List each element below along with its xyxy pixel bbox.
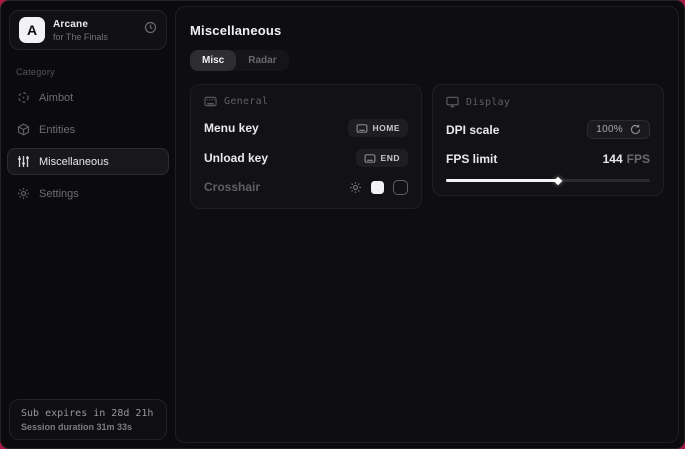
general-card-title: General: [224, 96, 268, 107]
fps-slider-thumb[interactable]: [554, 176, 562, 184]
rotate-reset-icon: [630, 124, 641, 135]
fps-limit-row: FPS limit 144 FPS: [446, 151, 650, 167]
subscription-status-card: Sub expires in 28d 21h Session duration …: [9, 399, 167, 440]
sidebar-item-aimbot[interactable]: Aimbot: [7, 84, 169, 111]
tab-misc[interactable]: Misc: [190, 50, 236, 71]
sidebar-header-card: A Arcane for The Finals: [9, 10, 167, 50]
sidebar-item-miscellaneous[interactable]: Miscellaneous: [7, 148, 169, 175]
sidebar-item-label: Entities: [39, 124, 75, 136]
menu-key-value: HOME: [373, 123, 401, 133]
session-duration-text: Session duration 31m 33s: [21, 422, 155, 432]
sidebar-item-label: Settings: [39, 188, 79, 200]
dpi-scale-label: DPI scale: [446, 123, 499, 137]
fps-limit-unit: FPS: [627, 152, 650, 166]
display-card-title: Display: [466, 97, 510, 108]
crosshair-scan-icon: [17, 91, 30, 104]
sub-expiry-text: Sub expires in 28d 21h: [21, 408, 155, 419]
unload-key-label: Unload key: [204, 151, 268, 165]
gear-icon[interactable]: [349, 181, 362, 194]
dpi-scale-value: 100%: [596, 124, 623, 135]
fps-limit-value: 144: [603, 152, 623, 166]
unload-key-row: Unload key END: [204, 149, 408, 167]
keyboard-icon: [356, 124, 368, 133]
tab-group: Misc Radar: [190, 50, 289, 71]
general-card: General Menu key HOME Unload key: [190, 84, 422, 209]
menu-key-row: Menu key HOME: [204, 119, 408, 137]
crosshair-color-swatch[interactable]: [371, 181, 384, 194]
fps-limit-value-wrap: 144 FPS: [603, 152, 650, 166]
dpi-scale-row: DPI scale 100%: [446, 120, 650, 139]
category-label: Category: [16, 67, 175, 77]
clock-icon[interactable]: [144, 21, 157, 39]
fps-limit-slider[interactable]: [446, 179, 650, 182]
display-card-header: Display: [446, 96, 650, 108]
app-logo: A: [19, 17, 45, 43]
app-window: A Arcane for The Finals Category Aimbot: [0, 0, 685, 449]
sliders-icon: [17, 155, 30, 168]
dpi-scale-selector[interactable]: 100%: [587, 120, 650, 139]
keyboard-icon: [364, 154, 376, 163]
tab-radar[interactable]: Radar: [236, 50, 288, 71]
app-subtitle: for The Finals: [53, 32, 136, 42]
crosshair-controls: [349, 180, 408, 195]
main-panel: Miscellaneous Misc Radar General: [175, 6, 679, 443]
crosshair-label: Crosshair: [204, 180, 260, 194]
sidebar-item-settings[interactable]: Settings: [7, 180, 169, 207]
sidebar: A Arcane for The Finals Category Aimbot: [1, 1, 175, 448]
unload-key-bind-button[interactable]: END: [356, 149, 408, 167]
menu-key-bind-button[interactable]: HOME: [348, 119, 409, 137]
app-title-block: Arcane for The Finals: [53, 19, 136, 42]
cards-row: General Menu key HOME Unload key: [190, 84, 664, 209]
crosshair-row: Crosshair: [204, 179, 408, 195]
sidebar-item-label: Miscellaneous: [39, 156, 109, 168]
app-name: Arcane: [53, 19, 136, 30]
general-card-header: General: [204, 96, 408, 107]
sidebar-item-entities[interactable]: Entities: [7, 116, 169, 143]
gear-icon: [17, 187, 30, 200]
keyboard-icon: [204, 96, 217, 107]
crosshair-toggle-checkbox[interactable]: [393, 180, 408, 195]
fps-slider-fill: [446, 179, 558, 182]
menu-key-label: Menu key: [204, 121, 259, 135]
unload-key-value: END: [381, 153, 400, 163]
display-card: Display DPI scale 100%: [432, 84, 664, 196]
page-title: Miscellaneous: [190, 23, 664, 38]
sidebar-item-label: Aimbot: [39, 92, 73, 104]
monitor-icon: [446, 96, 459, 108]
fps-limit-label: FPS limit: [446, 152, 497, 166]
cube-icon: [17, 123, 30, 136]
